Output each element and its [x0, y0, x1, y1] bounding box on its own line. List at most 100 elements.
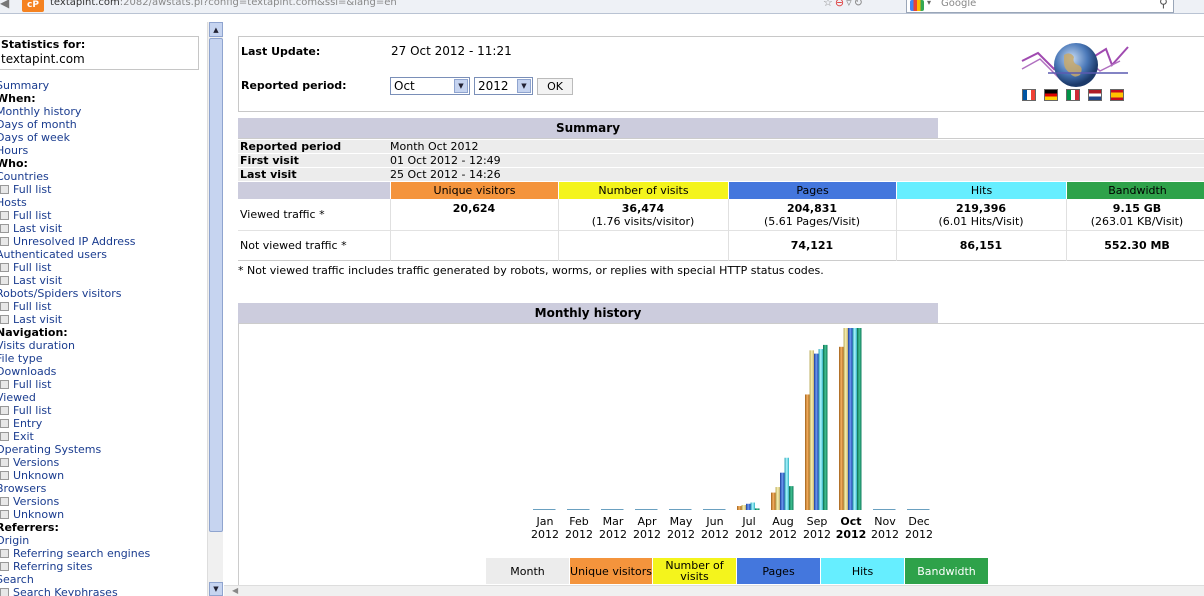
awstats-globe-logo [1021, 43, 1129, 87]
address-bar[interactable]: textapint.com:2082/awstats.pl?config=tex… [50, 0, 397, 8]
traffic-footnote: * Not viewed traffic includes traffic ge… [238, 264, 824, 277]
menu-item-viewed[interactable]: Viewed [0, 391, 206, 404]
url-host: textapint.com [50, 0, 120, 8]
year-select[interactable]: 2012 ▼ [474, 77, 533, 95]
menu-item-full-list[interactable]: Full list [0, 209, 206, 222]
menu-item-label: Operating Systems [0, 443, 102, 456]
last-update-label: Last Update: [241, 45, 321, 58]
menu-item-days-of-week[interactable]: Days of week [0, 131, 206, 144]
expand-box-icon [0, 185, 9, 194]
menu-item-file-type[interactable]: File type [0, 352, 206, 365]
menu-item-label: Hours [0, 144, 29, 157]
menu-item-last-visit[interactable]: Last visit [0, 313, 206, 326]
menu-item-navigation: Navigation: [0, 326, 206, 339]
menu-item-label: Referrers: [0, 521, 59, 534]
menu-item-last-visit[interactable]: Last visit [0, 274, 206, 287]
menu-item-last-visit[interactable]: Last visit [0, 222, 206, 235]
menu-scrollbar[interactable]: ▲ ▼ [207, 22, 223, 596]
reload-icon[interactable]: ↻ [854, 0, 865, 9]
menu-item-label: Hosts [0, 196, 27, 209]
menu-item-label: Origin [0, 534, 30, 547]
expand-box-icon [0, 497, 9, 506]
month-select[interactable]: Oct ▼ [390, 77, 470, 95]
menu-item-full-list[interactable]: Full list [0, 404, 206, 417]
chevron-down-icon[interactable]: ▼ [454, 79, 468, 93]
menu-item-visits-duration[interactable]: Visits duration [0, 339, 206, 352]
menu-item-who: Who: [0, 157, 206, 170]
monthly-history-title: Monthly history [238, 303, 938, 323]
flag-es-icon[interactable] [1110, 89, 1124, 101]
menu-item-full-list[interactable]: Full list [0, 261, 206, 274]
menu-item-versions[interactable]: Versions [0, 456, 206, 469]
menu-item-entry[interactable]: Entry [0, 417, 206, 430]
menu-item-label: When: [0, 92, 36, 105]
summary-key: First visit [240, 154, 299, 167]
menu-item-full-list[interactable]: Full list [0, 300, 206, 313]
magnifier-icon[interactable]: ⚲ [1159, 0, 1168, 10]
menu-item-unresolved-ip-address[interactable]: Unresolved IP Address [0, 235, 206, 248]
menu-item-unknown[interactable]: Unknown [0, 508, 206, 521]
menu-item-label: Last visit [13, 313, 63, 326]
search-box[interactable]: ▾ Google ⚲ [906, 0, 1174, 13]
horizontal-scrollbar[interactable]: ◀ [224, 585, 1204, 596]
menu-item-hosts[interactable]: Hosts [0, 196, 206, 209]
legend-pages: Pages [737, 558, 820, 584]
flag-fr-icon[interactable] [1022, 89, 1036, 101]
dropdown-arrow-icon[interactable]: ▿ [846, 0, 854, 9]
menu-item-versions[interactable]: Versions [0, 495, 206, 508]
viewed-pages-value: 204,831 [786, 202, 838, 215]
menu-item-days-of-month[interactable]: Days of month [0, 118, 206, 131]
chevron-down-icon[interactable]: ▼ [517, 79, 531, 93]
flag-de-icon[interactable] [1044, 89, 1058, 101]
menu-item-label: Search Keyphrases [13, 586, 118, 596]
viewed-hits-ratio: (6.01 Hits/Visit) [938, 215, 1024, 228]
ok-button[interactable]: OK [537, 78, 573, 95]
metrics-header-blank [238, 182, 390, 199]
header-number-of-visits: Number of visits [558, 182, 728, 199]
menu-item-label: Referring sites [13, 560, 93, 573]
menu-item-hours[interactable]: Hours [0, 144, 206, 157]
menu-item-summary[interactable]: Summary [0, 79, 206, 92]
menu-item-robots-spiders-visitors[interactable]: Robots/Spiders visitors [0, 287, 206, 300]
language-flags [1022, 89, 1132, 103]
scroll-up-arrow-icon[interactable]: ▲ [209, 22, 223, 37]
menu-item-operating-systems[interactable]: Operating Systems [0, 443, 206, 456]
google-logo-icon[interactable] [910, 0, 924, 11]
menu-item-full-list[interactable]: Full list [0, 183, 206, 196]
flag-nl-icon[interactable] [1088, 89, 1102, 101]
expand-box-icon [0, 432, 9, 441]
menu-item-referring-sites[interactable]: Referring sites [0, 560, 206, 573]
scroll-down-arrow-icon[interactable]: ▼ [209, 582, 223, 596]
scroll-left-arrow-icon[interactable]: ◀ [232, 586, 238, 595]
summary-value: 25 Oct 2012 - 14:26 [390, 168, 501, 181]
scroll-thumb[interactable] [209, 38, 223, 532]
menu-item-exit[interactable]: Exit [0, 430, 206, 443]
menu-item-label: Days of week [0, 131, 70, 144]
menu-item-countries[interactable]: Countries [0, 170, 206, 183]
legend-hits: Hits [821, 558, 904, 584]
menu-item-referring-search-engines[interactable]: Referring search engines [0, 547, 206, 560]
menu-item-monthly-history[interactable]: Monthly history [0, 105, 206, 118]
bookmark-star-icon[interactable]: ☆ [823, 0, 835, 9]
search-engine-dropdown-icon[interactable]: ▾ [927, 0, 931, 7]
legend-bandwidth: Bandwidth [905, 558, 988, 584]
menu-item-search[interactable]: Search [0, 573, 206, 586]
menu-item-label: Browsers [0, 482, 47, 495]
expand-box-icon [0, 510, 9, 519]
search-placeholder: Google [941, 0, 977, 9]
expand-box-icon [0, 458, 9, 467]
flag-it-icon[interactable] [1066, 89, 1080, 101]
menu-item-full-list[interactable]: Full list [0, 378, 206, 391]
menu-item-downloads[interactable]: Downloads [0, 365, 206, 378]
menu-item-authenticated-users[interactable]: Authenticated users [0, 248, 206, 261]
menu-item-unknown[interactable]: Unknown [0, 469, 206, 482]
menu-item-browsers[interactable]: Browsers [0, 482, 206, 495]
stop-icon[interactable]: ⊖ [835, 0, 846, 9]
not-viewed-pages-value: 74,121 [790, 239, 834, 252]
back-arrow-icon[interactable]: ◀ [0, 0, 14, 12]
menu-item-search-keyphrases[interactable]: Search Keyphrases [0, 586, 206, 596]
menu-item-origin[interactable]: Origin [0, 534, 206, 547]
viewed-visits: 36,474 (1.76 visits/visitor) [558, 202, 728, 228]
viewed-unique-value: 20,624 [452, 202, 496, 215]
menu-item-label: Monthly history [0, 105, 82, 118]
